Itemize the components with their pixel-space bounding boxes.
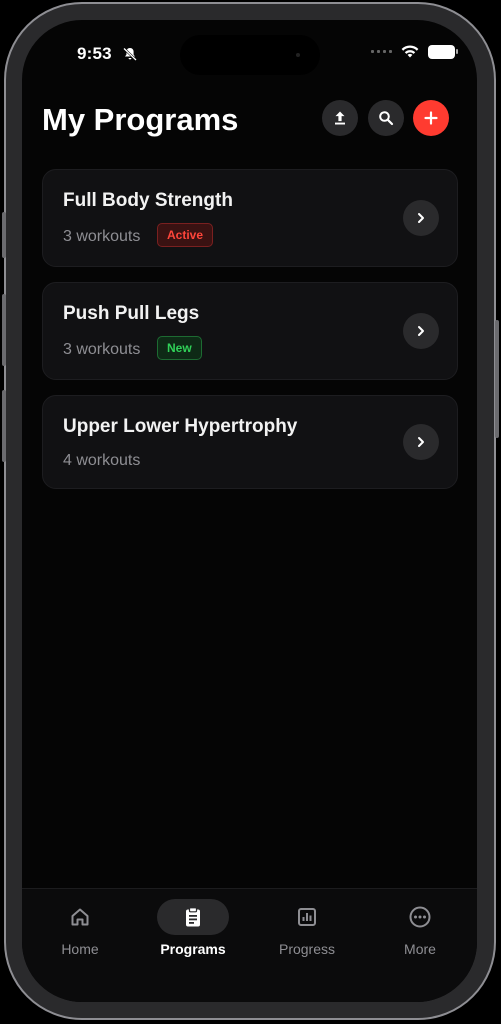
power-button [495, 320, 499, 438]
more-icon [409, 906, 431, 928]
tab-label: Home [61, 941, 99, 957]
workout-count: 4 workouts [63, 452, 141, 469]
tab-label: Programs [160, 941, 226, 957]
workout-count: 3 workouts [63, 341, 141, 358]
search-icon [379, 111, 394, 126]
page-title: My Programs [42, 102, 239, 137]
wifi-icon [401, 45, 419, 58]
battery-icon [428, 44, 458, 59]
chevron-right-icon [418, 213, 424, 223]
bar-chart-icon [298, 908, 316, 926]
program-name: Full Body Strength [63, 190, 233, 211]
plus-icon [424, 111, 438, 125]
chevron-right-icon [418, 326, 424, 336]
clipboard-icon [186, 907, 200, 927]
program-card[interactable]: Upper Lower Hypertrophy 4 workouts [42, 395, 458, 489]
chevron-right-icon [418, 437, 424, 447]
open-program-button[interactable] [403, 424, 439, 460]
app-screen: 9:53 My Programs Full Body Strength 3 wo… [22, 20, 477, 1002]
tab-bar: Home Programs Progress More [22, 888, 477, 1002]
tab-label: Progress [278, 941, 336, 957]
dynamic-island [180, 35, 320, 75]
open-program-button[interactable] [403, 313, 439, 349]
tab-more[interactable]: More [370, 899, 470, 969]
program-card[interactable]: Full Body Strength 3 workouts Active [42, 169, 458, 267]
program-card[interactable]: Push Pull Legs 3 workouts New [42, 282, 458, 380]
tab-programs[interactable]: Programs [143, 899, 243, 969]
status-badge: Active [157, 223, 214, 247]
upload-icon [335, 111, 345, 125]
volume-up-button [2, 294, 6, 366]
program-name: Upper Lower Hypertrophy [63, 416, 298, 437]
status-time: 9:53 [77, 44, 112, 63]
export-button[interactable] [322, 100, 358, 136]
cellular-signal-icon [371, 50, 392, 53]
open-program-button[interactable] [403, 200, 439, 236]
tab-label: More [404, 941, 436, 957]
add-program-button[interactable] [413, 100, 449, 136]
workout-count: 3 workouts [63, 228, 141, 245]
program-name: Push Pull Legs [63, 303, 200, 324]
action-button [2, 212, 6, 258]
search-button[interactable] [368, 100, 404, 136]
volume-down-button [2, 390, 6, 462]
tab-progress[interactable]: Progress [257, 899, 357, 969]
home-icon [71, 908, 89, 926]
tab-home[interactable]: Home [30, 899, 130, 969]
bell-muted-icon [123, 47, 137, 61]
status-badge: New [157, 336, 202, 360]
